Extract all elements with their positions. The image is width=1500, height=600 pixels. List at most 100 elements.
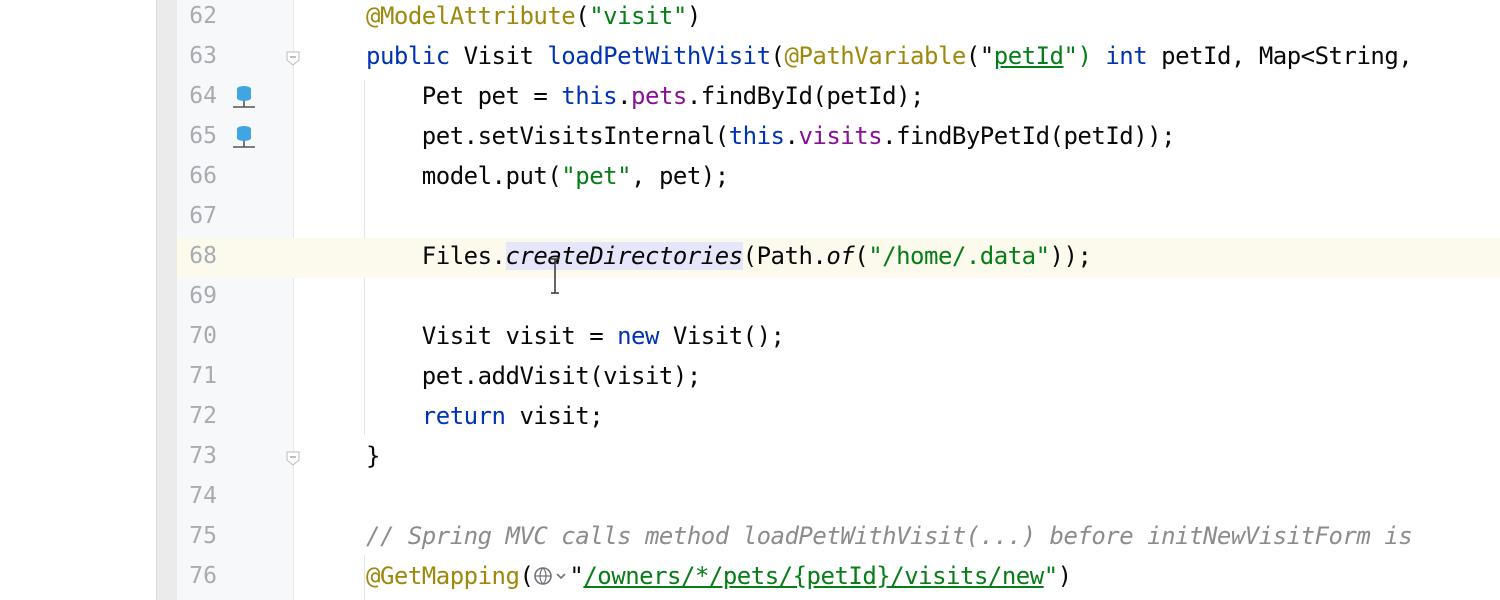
database-icon[interactable]: [232, 84, 256, 112]
line-number: 71: [189, 363, 217, 389]
code-text: @GetMapping( "/owners/*/pets/{petId}/visi…: [366, 558, 1072, 594]
code-token: Visit();: [658, 322, 785, 350]
code-token: return: [421, 402, 506, 430]
code-token: "/home/.data": [868, 242, 1050, 270]
project-panel: [0, 0, 156, 600]
line-number: 67: [189, 203, 217, 229]
code-token: Files.: [366, 242, 506, 270]
code-text: model.put("pet", pet);: [366, 158, 729, 194]
line-number: 75: [189, 523, 217, 549]
code-token: @ModelAttribute: [366, 2, 576, 30]
pane-splitter[interactable]: [156, 0, 177, 600]
code-line[interactable]: 70 Visit visit = new Visit();: [177, 318, 1500, 358]
code-token: (Path.: [742, 242, 827, 270]
code-line[interactable]: 73}: [177, 438, 1500, 478]
code-text: Files.createDirectories(Path.of("/home/.…: [366, 238, 1092, 274]
code-token: "): [1063, 42, 1092, 70]
code-line[interactable]: 67: [177, 198, 1500, 238]
code-text: pet.addVisit(visit);: [366, 358, 701, 394]
code-token: Visit visit =: [366, 322, 618, 350]
code-token: ": [1043, 562, 1058, 590]
code-token: .findByPetId(petId));: [882, 122, 1176, 150]
line-number: 66: [189, 163, 217, 189]
code-line[interactable]: 68 Files.createDirectories(Path.of("/hom…: [177, 238, 1500, 278]
line-number: 62: [189, 3, 217, 29]
code-token: visits: [798, 122, 883, 150]
code-line[interactable]: 76 @GetMapping( "/owners/*/pets/{petId}/vi…: [177, 558, 1500, 598]
code-token: "pet": [561, 162, 632, 190]
line-number: 64: [189, 83, 217, 109]
code-token: (: [770, 42, 785, 70]
code-token: ));: [1049, 242, 1092, 270]
code-token: (: [854, 242, 869, 270]
code-token: this: [561, 82, 618, 110]
code-token: createDirectories: [505, 242, 743, 270]
code-line[interactable]: 66 model.put("pet", pet);: [177, 158, 1500, 198]
line-number: 65: [189, 123, 217, 149]
code-token: /owners/*/pets/{petId}/visits/new: [583, 562, 1044, 590]
text-cursor-icon: [551, 258, 559, 294]
line-number: 73: [189, 443, 217, 469]
code-token: (": [965, 42, 994, 70]
code-text: }: [366, 438, 380, 474]
code-line[interactable]: 75 // Spring MVC calls method loadPetWith…: [177, 518, 1500, 558]
code-line[interactable]: 64 Pet pet = this.pets.findById(petId);: [177, 78, 1500, 118]
code-token: new: [617, 322, 659, 350]
line-number: 72: [189, 403, 217, 429]
code-token: pet.setVisitsInternal(: [366, 122, 729, 150]
fold-toggle-icon[interactable]: [285, 50, 301, 66]
code-token: .findById(petId);: [686, 82, 925, 110]
code-text: Pet pet = this.pets.findById(petId);: [366, 78, 925, 114]
code-line[interactable]: 63 public Visit loadPetWithVisit(@PathVar…: [177, 38, 1500, 78]
code-token: model.put(: [366, 162, 562, 190]
code-token: visit;: [505, 402, 604, 430]
code-token: public: [366, 42, 450, 70]
code-token: (: [519, 562, 534, 590]
code-token: @PathVariable: [784, 42, 967, 70]
code-token: pet.addVisit(visit);: [366, 362, 701, 390]
code-token: petId, Map<String,: [1147, 42, 1413, 70]
code-token: ): [1057, 562, 1072, 590]
code-token: Visit: [449, 42, 548, 70]
code-line[interactable]: 71 pet.addVisit(visit);: [177, 358, 1500, 398]
code-token: petId: [993, 42, 1064, 70]
line-number: 69: [189, 283, 217, 309]
code-token: @GetMapping: [366, 562, 520, 590]
code-text: return visit;: [366, 398, 604, 434]
line-number: 68: [189, 243, 217, 269]
code-text: Visit visit = new Visit();: [366, 318, 785, 354]
code-token: "visit": [589, 2, 687, 30]
code-line[interactable]: 72 return visit;: [177, 398, 1500, 438]
code-token: , pet);: [631, 162, 729, 190]
code-token: of: [826, 242, 855, 270]
database-icon[interactable]: [232, 124, 256, 152]
code-token: this: [728, 122, 785, 150]
code-line[interactable]: 74: [177, 478, 1500, 518]
code-token: loadPetWithVisit: [547, 42, 771, 70]
code-token: .: [617, 82, 632, 110]
code-token: ": [569, 562, 584, 590]
globe-icon[interactable]: [533, 564, 569, 588]
code-text: pet.setVisitsInternal(this.visits.findBy…: [366, 118, 1176, 154]
code-text: public Visit loadPetWithVisit(@PathVaria…: [366, 38, 1413, 74]
code-editor[interactable]: 62 @ModelAttribute("visit") 63 public Visit…: [177, 0, 1500, 600]
code-token: // Spring MVC calls method loadPetWithVi…: [366, 522, 1413, 550]
code-token: (: [575, 2, 590, 30]
fold-toggle-icon[interactable]: [285, 450, 301, 466]
line-number: 76: [189, 563, 217, 589]
code-token: ): [686, 2, 701, 30]
code-line[interactable]: 65 pet.setVisitsInternal(this.visits.fin…: [177, 118, 1500, 158]
code-token: .: [784, 122, 799, 150]
line-number: 63: [189, 43, 217, 69]
code-token: pets: [631, 82, 687, 110]
code-token: Pet pet =: [366, 82, 562, 110]
line-number: 70: [189, 323, 217, 349]
code-text: // Spring MVC calls method loadPetWithVi…: [366, 518, 1413, 554]
code-text: @ModelAttribute("visit"): [366, 0, 701, 34]
code-token: }: [366, 442, 380, 470]
code-line[interactable]: 62 @ModelAttribute("visit"): [177, 0, 1500, 38]
code-line[interactable]: 69: [177, 278, 1500, 318]
line-number: 74: [189, 483, 217, 509]
